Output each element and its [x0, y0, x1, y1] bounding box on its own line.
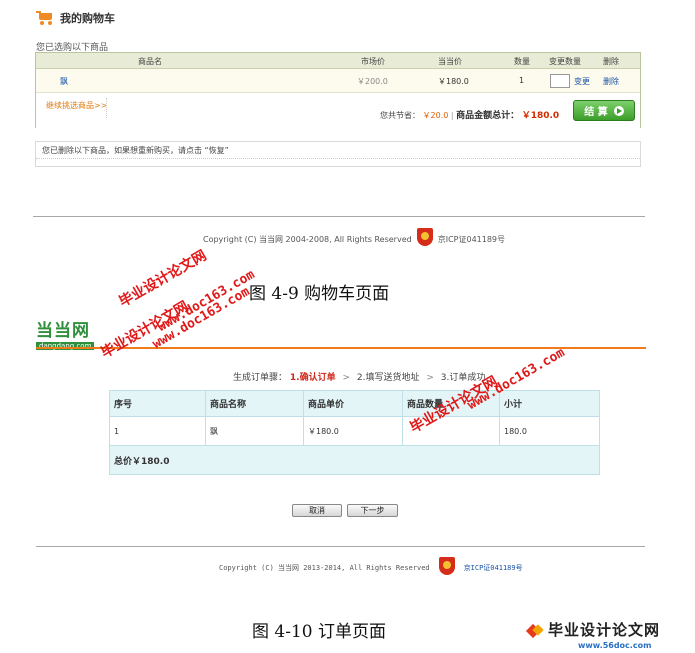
col-product-name: 商品名	[138, 57, 162, 66]
cart-footer: 继续挑选商品>> 您共节省： ￥20.0 | 商品金额总计： ￥180.0 结 …	[36, 94, 640, 128]
cart-item-quantity: 1	[519, 76, 525, 85]
col-change-quantity: 变更数量	[549, 57, 581, 66]
police-badge-icon	[438, 557, 456, 579]
col-product-name: 商品名称	[205, 390, 304, 417]
logo-main-text: 当当网	[36, 321, 90, 341]
row-unit-price: ￥180.0	[303, 416, 403, 446]
deleted-items-box: 您已删除以下商品，如果想重新购买，请点击 “恢复”	[35, 141, 641, 167]
figure-caption-cart: 图 4-9 购物车页面	[249, 284, 390, 304]
footer-copyright: Copyright (C) 当当网 2004-2008, All Rights …	[203, 228, 505, 250]
total-label: 商品金额总计：	[456, 111, 520, 121]
col-quantity: 数量	[514, 57, 530, 66]
dangdang-logo[interactable]: 当当网 dangdang.com	[36, 316, 95, 351]
order-steps: 生成订单骤： 1.确认订单 > 2.填写送货地址 > 3.订单成功	[233, 373, 486, 383]
continue-shopping-link[interactable]: 继续挑选商品>>	[46, 100, 107, 111]
col-index: 序号	[109, 390, 206, 417]
icp-text: 京ICP证041189号	[437, 234, 506, 244]
order-total: 总价￥180.0	[109, 445, 600, 475]
total-row: 总价￥180.0	[109, 445, 600, 475]
cart-item-market-price: ￥200.0	[357, 77, 388, 86]
checkout-label: 结 算	[584, 107, 608, 118]
footer-divider	[36, 546, 645, 547]
col-unit-price: 商品单价	[303, 390, 403, 417]
row-product-name: 飘	[205, 416, 304, 446]
steps-label: 生成订单骤：	[233, 373, 288, 383]
copyright-text: Copyright (C) 当当网 2013-2014, All Rights …	[219, 564, 430, 572]
icp-link[interactable]: 京ICP证041189号	[464, 563, 523, 573]
shopping-cart-icon	[36, 11, 54, 25]
next-step-button[interactable]: 下一步	[347, 504, 398, 517]
change-quantity-input[interactable]	[550, 74, 570, 88]
step-fill-address: 2.填写送货地址	[356, 373, 420, 383]
col-market-price: 市场价	[361, 57, 385, 66]
play-arrow-icon	[613, 105, 624, 116]
cart-item-dangdang-price: ￥180.0	[438, 77, 469, 86]
col-subtotal: 小计	[499, 390, 600, 417]
cart-title: 我的购物车	[36, 8, 115, 28]
brand-url: www.56doc.com	[578, 641, 652, 650]
deleted-items-text: 您已删除以下商品，如果想重新购买，请点击 “恢复”	[42, 146, 229, 155]
row-subtotal: 180.0	[499, 416, 600, 446]
divider	[36, 158, 640, 159]
site-brand: 毕业设计论文网	[525, 619, 661, 640]
step-confirm-order: 1.确认订单	[289, 373, 336, 383]
saving-label: 您共节省：	[380, 111, 420, 120]
cart-table: 商品名 市场价 当当价 数量 变更数量 删除 飘 ￥200.0 ￥180.0 1…	[35, 52, 641, 128]
table-row: 1 飘 ￥180.0 180.0	[109, 416, 600, 446]
figure-caption-order: 图 4-10 订单页面	[252, 622, 386, 642]
copyright-text: Copyright (C) 当当网 2004-2008, All Rights …	[203, 234, 412, 244]
col-delete: 删除	[603, 57, 619, 66]
change-quantity-link[interactable]: 变更	[574, 76, 590, 87]
cart-item-name[interactable]: 飘	[60, 76, 68, 87]
delete-item-link[interactable]: 删除	[603, 76, 619, 87]
divider	[106, 98, 107, 118]
cart-table-header: 商品名 市场价 当当价 数量 变更数量 删除	[36, 53, 640, 69]
checkout-button[interactable]: 结 算	[573, 100, 635, 121]
footer-divider	[33, 216, 645, 217]
order-table-header: 序号 商品名称 商品单价 商品数量 小计	[109, 390, 600, 417]
cancel-button[interactable]: 取消	[292, 504, 342, 517]
brand-logo-icon	[525, 623, 544, 638]
footer-copyright: Copyright (C) 当当网 2013-2014, All Rights …	[219, 557, 523, 579]
brand-name: 毕业设计论文网	[548, 621, 661, 639]
cart-row: 飘 ￥200.0 ￥180.0 1 变更 删除	[36, 69, 640, 93]
cart-title-text: 我的购物车	[60, 12, 115, 25]
row-index: 1	[109, 416, 206, 446]
order-table: 序号 商品名称 商品单价 商品数量 小计 1 飘 ￥180.0 180.0 总价…	[109, 390, 600, 475]
cart-summary: 您共节省： ￥20.0 | 商品金额总计： ￥180.0	[380, 111, 560, 121]
police-badge-icon	[416, 228, 434, 250]
saving-value: ￥20.0	[422, 111, 449, 120]
total-value: ￥180.0	[521, 111, 560, 121]
col-dangdang-price: 当当价	[438, 57, 462, 66]
